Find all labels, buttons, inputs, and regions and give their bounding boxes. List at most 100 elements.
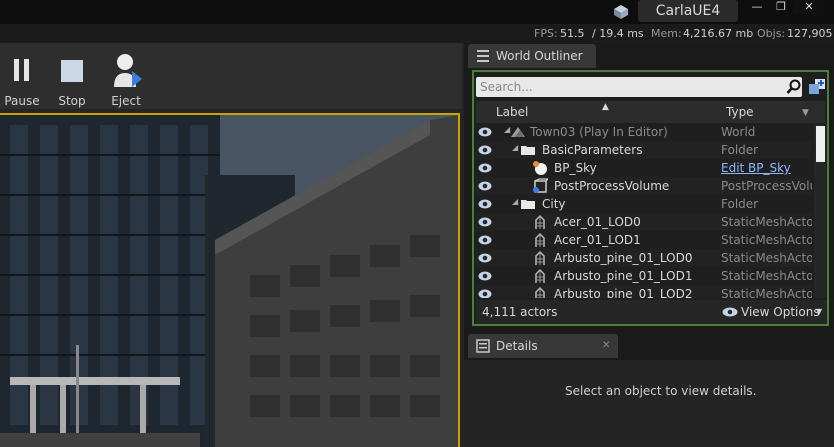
col-label[interactable]: Label (496, 105, 528, 119)
pause-icon (14, 59, 29, 81)
item-label: PostProcessVolume (554, 179, 670, 193)
mem-value: 4,216.67 mb (683, 27, 754, 40)
close-icon[interactable]: ✕ (602, 334, 610, 358)
pause-label: Pause (4, 94, 40, 108)
world-icon (511, 127, 525, 137)
source-control-icon[interactable] (612, 3, 630, 21)
visibility-eye-icon[interactable] (478, 162, 492, 174)
list-item[interactable]: Arbusto_pine_01_LOD0 StaticMeshActor (476, 249, 812, 267)
list-item[interactable]: ◢ BasicParameters Folder (476, 141, 812, 159)
static-mesh-icon (535, 214, 545, 229)
pause-button[interactable]: Pause (2, 49, 42, 108)
visibility-eye-icon[interactable] (478, 234, 492, 246)
item-label: Acer_01_LOD1 (554, 233, 641, 247)
visibility-eye-icon[interactable] (478, 216, 492, 228)
item-type: PostProcessVolu (721, 179, 812, 193)
play-toolbar: Pause Stop Eject (0, 43, 462, 109)
eye-icon (722, 307, 738, 317)
item-type: Folder (721, 143, 759, 157)
item-type: StaticMeshActor (721, 269, 812, 283)
column-options-icon[interactable]: ▼ (802, 108, 809, 118)
stop-label: Stop (58, 94, 86, 108)
outliner-tree: ◢ Town03 (Play In Editor) World ◢ BasicP… (476, 123, 812, 298)
details-icon (476, 339, 490, 353)
item-label: Arbusto_pine_01_LOD2 (554, 287, 693, 298)
outliner-header: Label ▲ Type ▼ (476, 101, 825, 123)
maximize-button[interactable]: ❐ (770, 0, 792, 14)
tab-world-outliner-label: World Outliner (496, 49, 583, 63)
sort-ascending-icon: ▲ (602, 102, 609, 112)
view-options-label: View Options (741, 305, 820, 319)
tab-details[interactable]: Details ✕ (468, 334, 618, 358)
static-mesh-icon (535, 232, 545, 247)
item-label: City (542, 197, 566, 211)
edit-blueprint-link[interactable]: Edit BP_Sky (721, 161, 812, 175)
sky-sphere-icon (533, 161, 547, 175)
list-item[interactable]: Acer_01_LOD0 StaticMeshActor (476, 213, 812, 231)
actor-count: 4,111 actors (482, 305, 558, 319)
scene-image (0, 115, 458, 447)
chevron-down-icon: ▼ (816, 307, 823, 316)
objs-value: 127,905 (787, 27, 833, 40)
item-type: World (721, 125, 756, 139)
minimize-button[interactable]: — (746, 0, 768, 14)
item-label: BP_Sky (554, 161, 597, 175)
item-type: StaticMeshActor (721, 287, 812, 298)
list-item[interactable]: Acer_01_LOD1 StaticMeshActor (476, 231, 812, 249)
list-item[interactable]: ◢ City Folder (476, 195, 812, 213)
search-icon[interactable] (786, 79, 802, 95)
item-type: StaticMeshActor (721, 251, 812, 265)
eject-icon (114, 54, 142, 87)
tab-world-outliner[interactable]: World Outliner (468, 44, 596, 68)
list-item[interactable]: Arbusto_pine_01_LOD2 StaticMeshActor (476, 285, 812, 298)
list-item[interactable]: ◢ Town03 (Play In Editor) World (476, 123, 812, 141)
stop-icon (61, 60, 83, 82)
item-type: StaticMeshActor (721, 233, 812, 247)
list-item[interactable]: Arbusto_pine_01_LOD1 StaticMeshActor (476, 267, 812, 285)
item-label: Arbusto_pine_01_LOD0 (554, 251, 693, 265)
visibility-eye-icon[interactable] (478, 144, 492, 156)
project-name-tab[interactable]: CarlaUE4 (638, 0, 738, 22)
empty-details-message: Select an object to view details. (565, 384, 757, 398)
visibility-eye-icon[interactable] (478, 126, 492, 138)
visibility-eye-icon[interactable] (478, 252, 492, 264)
game-viewport[interactable] (0, 113, 460, 447)
item-type: StaticMeshActor (721, 215, 812, 229)
stop-button[interactable]: Stop (52, 49, 92, 108)
visibility-eye-icon[interactable] (478, 270, 492, 282)
details-panel: Select an object to view details. (464, 360, 834, 447)
world-outliner-panel: Search... Label ▲ Type ▼ ◢ Town03 (Play … (472, 70, 829, 326)
static-mesh-icon (535, 286, 545, 298)
post-process-volume-icon (533, 178, 548, 193)
mem-label: Mem: (651, 27, 682, 40)
expand-arrow-icon[interactable]: ◢ (512, 197, 518, 206)
scrollbar-thumb[interactable] (816, 126, 825, 162)
visibility-eye-icon[interactable] (478, 198, 492, 210)
visibility-eye-icon[interactable] (478, 180, 492, 192)
search-input[interactable]: Search... (476, 77, 802, 97)
folder-icon (521, 200, 535, 209)
view-options-button[interactable]: View Options ▼ (722, 300, 826, 324)
outliner-footer: 4,111 actors View Options ▼ (476, 300, 827, 324)
static-mesh-icon (535, 250, 545, 265)
frame-time: / 19.4 ms (592, 27, 644, 40)
visibility-eye-icon[interactable] (478, 288, 492, 298)
list-item[interactable]: PostProcessVolume PostProcessVolu (476, 177, 812, 195)
close-button[interactable]: ✕ (794, 0, 824, 14)
item-label: BasicParameters (542, 143, 643, 157)
expand-arrow-icon[interactable]: ◢ (512, 143, 518, 152)
item-label: Town03 (Play In Editor) (530, 125, 668, 139)
fps-value: 51.5 (560, 27, 585, 40)
list-icon (477, 50, 489, 62)
item-label: Acer_01_LOD0 (554, 215, 641, 229)
col-type[interactable]: Type (726, 105, 754, 119)
static-mesh-icon (535, 268, 545, 283)
outliner-scrollbar[interactable] (814, 124, 826, 298)
item-type: Folder (721, 197, 759, 211)
folder-icon (521, 146, 535, 155)
add-actor-icon[interactable] (808, 77, 826, 95)
eject-label: Eject (111, 94, 141, 108)
eject-button[interactable]: Eject (104, 49, 148, 108)
list-item[interactable]: BP_Sky Edit BP_Sky (476, 159, 812, 177)
title-bar: CarlaUE4 — ❐ ✕ (0, 0, 834, 24)
